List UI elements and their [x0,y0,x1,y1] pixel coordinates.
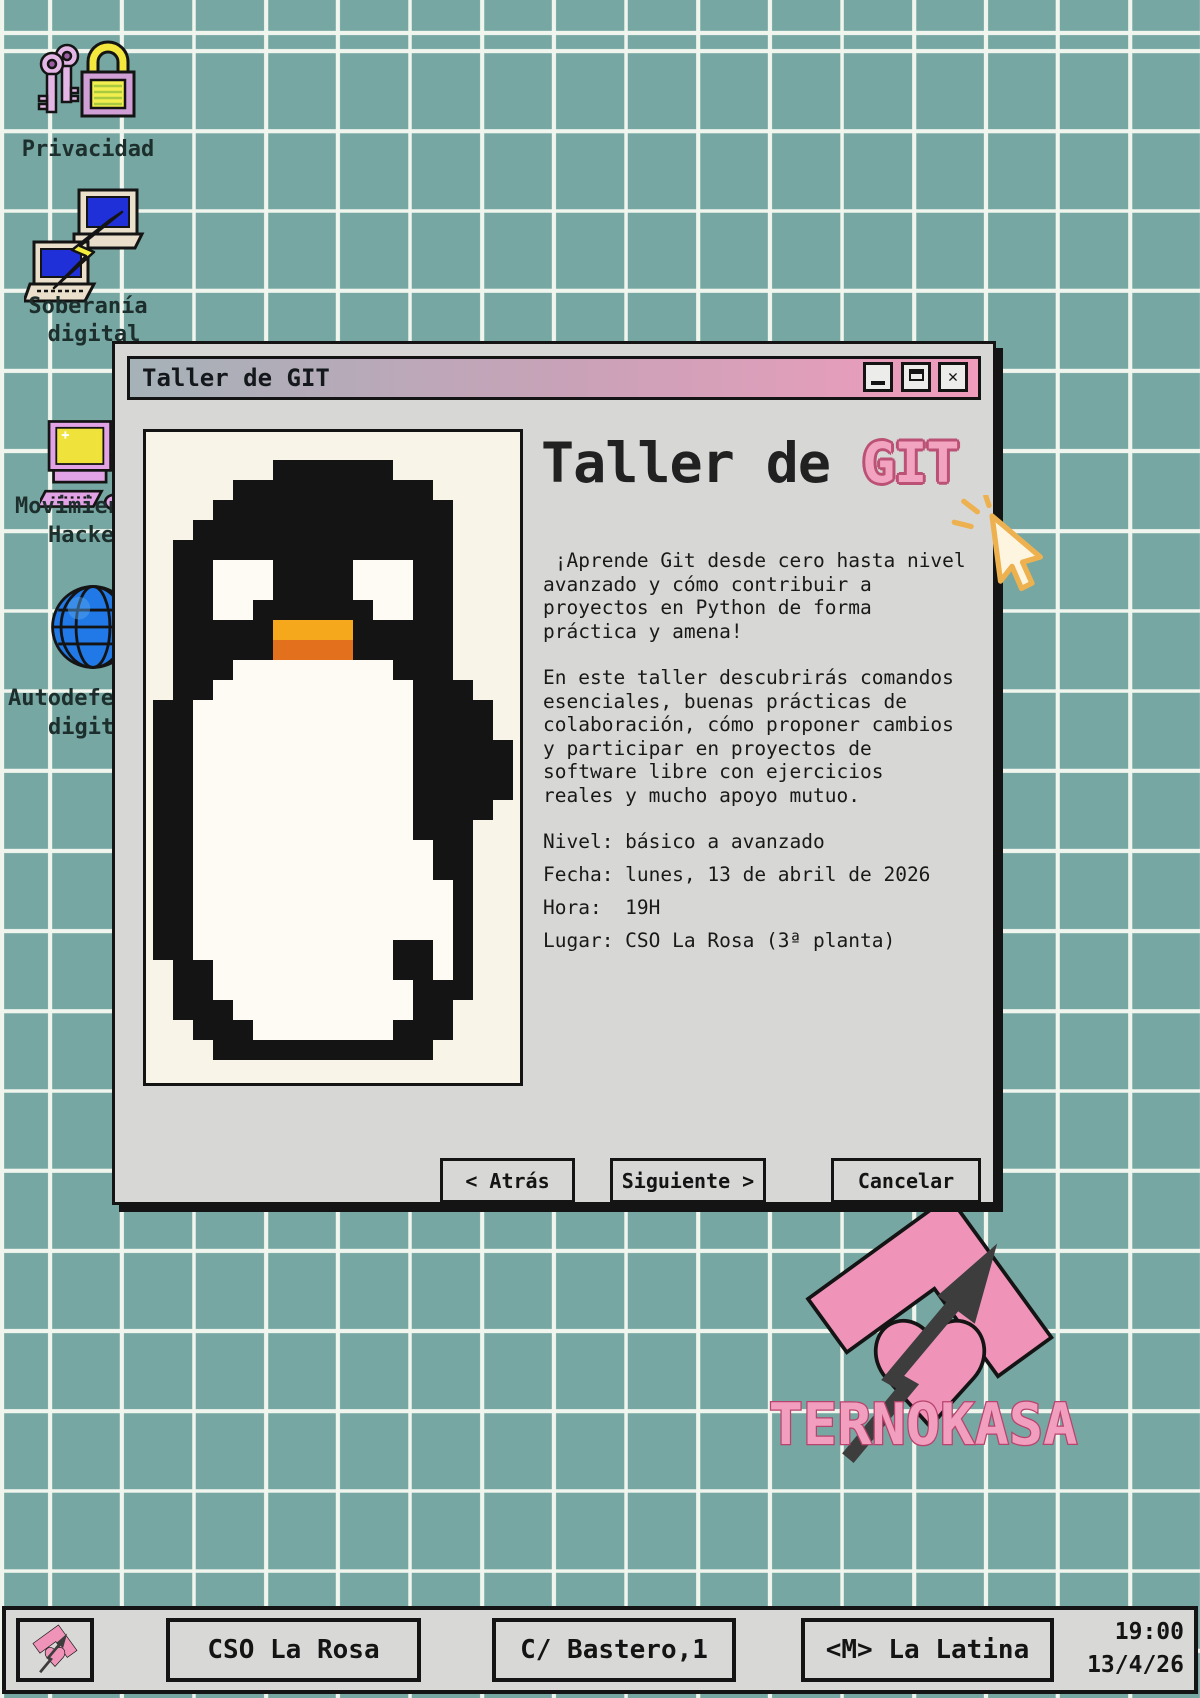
close-icon: ✕ [948,367,958,387]
desktop-icon-label-movimiento-2: Hacke [48,523,114,549]
ternokasa-text: TERNOKASA [769,1392,1078,1458]
event-details: Nivel: básico a avanzado Fecha: lunes, 1… [543,831,993,963]
heading-prefix: Taller de [541,431,862,495]
desktop-icon-label-autodefensa-2: digit [48,715,114,741]
taskbar: CSO La Rosa C/ Bastero,1 <M> La Latina 1… [2,1606,1198,1694]
taskbar-item-metro[interactable]: <M> La Latina [801,1618,1054,1682]
penguin-image-panel [143,429,523,1086]
clock-date: 13/4/26 [1034,1649,1184,1682]
maximize-icon [909,369,924,381]
taskbar-item-cso-la-rosa[interactable]: CSO La Rosa [166,1618,421,1682]
taskbar-logo-button[interactable] [16,1618,94,1682]
desktop-icon-privacidad[interactable] [36,34,141,138]
minimize-button[interactable] [863,362,893,392]
penguin-pixel-art [153,460,513,1060]
taskbar-item-direccion[interactable]: C/ Bastero,1 [492,1618,736,1682]
cursor-icon [948,495,1053,600]
detail-nivel: Nivel: básico a avanzado [543,831,993,852]
desktop-icon-label-soberania: Soberanía [8,294,168,320]
desktop-background: Privacidad Soberanía digital Movimien Ha… [0,0,1200,1698]
close-button[interactable]: ✕ [938,362,968,392]
heading-highlight-git: GIT [862,431,958,495]
detail-fecha: Fecha: lunes, 13 de abril de 2026 [543,864,993,885]
desktop-icon-label-movimiento: Movimien [15,494,121,520]
detail-lugar: Lugar: CSO La Rosa (3ª planta) [543,930,993,951]
ternokasa-wordmark: TERNOKASA [745,1378,1100,1473]
keys-lock-icon [36,34,141,134]
detail-hora: Hora: 19H [543,897,993,918]
next-button[interactable]: Siguiente > [610,1158,766,1203]
desktop-icon-label-autodefensa: Autodefe [8,686,114,712]
cancel-button[interactable]: Cancelar [831,1158,981,1203]
window-title: Taller de GIT [142,359,330,397]
back-button[interactable]: < Atrás [440,1158,575,1203]
workshop-heading: Taller de GIT [541,430,958,496]
clock-time: 19:00 [1034,1616,1184,1649]
taskbar-clock: 19:00 13/4/26 [1034,1616,1184,1682]
ternokasa-mini-logo-icon [26,1623,84,1677]
desktop-icon-label-privacidad: Privacidad [8,137,168,163]
description-paragraph: En este taller descubrirás comandos esen… [543,666,993,807]
minimize-icon [871,381,885,385]
window-taller-de-git: Taller de GIT ✕ Taller de GIT ¡Aprende G… [112,341,996,1205]
window-titlebar[interactable]: Taller de GIT ✕ [127,356,981,400]
maximize-button[interactable] [901,362,931,392]
intro-paragraph: ¡Aprende Git desde cero hasta nivel avan… [543,549,993,643]
